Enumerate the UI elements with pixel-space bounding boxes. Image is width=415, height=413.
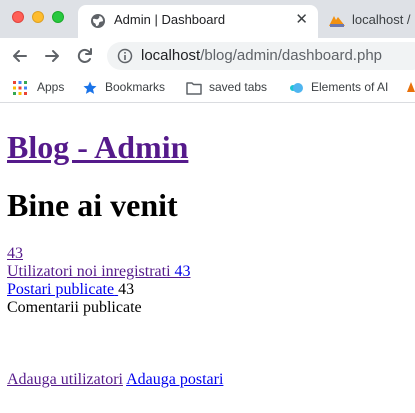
posts-link[interactable]: Postari publicate: [7, 281, 118, 298]
bookmark-elements-of-ai[interactable]: Elements of AI: [289, 80, 399, 96]
close-tab-icon[interactable]: ✕: [295, 10, 308, 28]
tab-title: localhost /: [352, 12, 411, 27]
url-path: /blog/admin/dashboard.php: [200, 47, 383, 64]
browser-toolbar: localhost/blog/admin/dashboard.php: [0, 38, 415, 74]
stat-line-new-users: Utilizatori noi inregistrati 43: [7, 263, 191, 281]
bookmark-label: Elements of AI: [311, 80, 389, 94]
tab-phpmyadmin[interactable]: localhost /: [320, 5, 415, 38]
page-content: Blog - Admin Bine ai venit 43 Utilizator…: [0, 103, 415, 413]
url-text: localhost/blog/admin/dashboard.php: [141, 47, 382, 64]
add-posts-link[interactable]: Adauga postari: [126, 371, 223, 388]
count-link[interactable]: 43: [7, 245, 23, 262]
site-title: Blog - Admin: [7, 127, 188, 167]
elements-of-ai-icon: [290, 83, 303, 93]
bookmark-label: saved tabs: [209, 80, 268, 94]
stat-line-1: 43: [7, 245, 23, 263]
maximize-window-button[interactable]: [52, 11, 64, 23]
tab-admin-dashboard[interactable]: Admin | Dashboard ✕: [78, 5, 318, 38]
posts-count: 43: [118, 281, 135, 298]
bookmark-label: Apps: [37, 80, 65, 94]
new-users-label: Utilizatori noi inregistrati: [7, 263, 171, 280]
bookmark-label: Bookmarks: [105, 80, 166, 94]
tab-title: Admin | Dashboard: [114, 12, 226, 27]
extension-icon[interactable]: [406, 82, 415, 94]
forward-arrow-icon[interactable]: [42, 46, 62, 66]
star-icon: [83, 81, 97, 94]
globe-icon: [91, 14, 105, 28]
bookmark-saved-tabs[interactable]: saved tabs: [186, 80, 281, 96]
bookmark-apps[interactable]: Apps: [13, 80, 73, 96]
welcome-heading: Bine ai venit: [7, 187, 178, 223]
new-users-link[interactable]: Utilizatori noi inregistrati 43: [7, 263, 191, 280]
back-arrow-icon[interactable]: [10, 46, 30, 66]
apps-grid-icon: [13, 81, 27, 95]
admin-actions: Adauga utilizatori Adauga postari: [7, 371, 223, 389]
comments-label: Comentarii publicate: [7, 299, 142, 316]
new-users-count: 43: [174, 263, 191, 280]
folder-icon: [186, 82, 202, 95]
info-icon[interactable]: [117, 48, 133, 64]
reload-icon[interactable]: [75, 46, 95, 66]
address-bar[interactable]: localhost/blog/admin/dashboard.php: [107, 42, 415, 70]
close-window-button[interactable]: [12, 11, 24, 23]
stat-line-comments: Comentarii publicate: [7, 299, 142, 317]
tab-strip: Admin | Dashboard ✕ localhost /: [0, 0, 415, 38]
posts-label: Postari publicate: [7, 281, 115, 298]
minimize-window-button[interactable]: [32, 11, 44, 23]
bookmarks-bar: Apps Bookmarks saved tabs Elements of AI: [0, 74, 415, 103]
url-host: localhost: [141, 47, 201, 64]
phpmyadmin-icon: [329, 16, 345, 27]
site-title-link[interactable]: Blog - Admin: [7, 129, 188, 165]
add-users-link[interactable]: Adauga utilizatori: [7, 371, 123, 388]
bookmark-bookmarks[interactable]: Bookmarks: [83, 80, 178, 96]
stat-line-posts: Postari publicate 43: [7, 281, 134, 299]
